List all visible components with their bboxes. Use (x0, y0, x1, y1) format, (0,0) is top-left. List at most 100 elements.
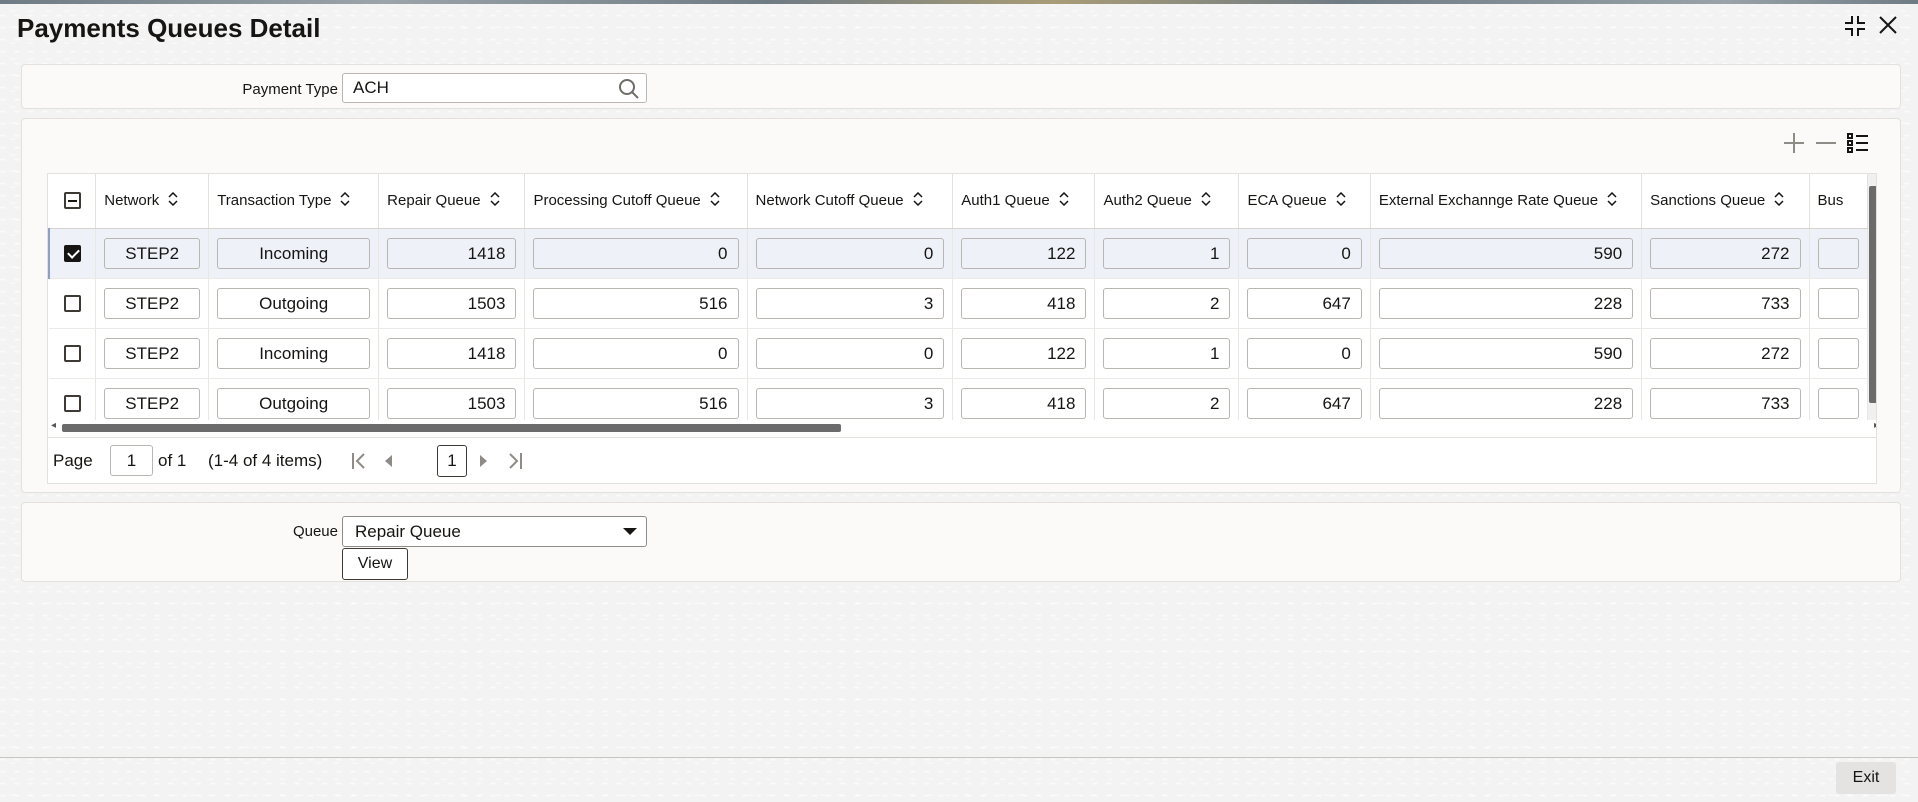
sort-icon[interactable] (490, 191, 500, 210)
previous-page-icon[interactable] (381, 452, 395, 475)
transaction-type-cell[interactable]: Outgoing (217, 287, 371, 319)
column-header-external-exchange-rate-queue[interactable]: External Exchannge Rate Queue (1370, 174, 1643, 229)
plus-icon[interactable] (1782, 131, 1806, 160)
collapse-icon[interactable] (1843, 14, 1867, 38)
bus-cell[interactable] (1817, 237, 1859, 269)
transaction-type-cell[interactable]: Outgoing (217, 387, 371, 419)
column-header-network-cutoff-queue[interactable]: Network Cutoff Queue (747, 174, 954, 229)
scroll-right-arrow-icon[interactable]: ▸ (1874, 420, 1876, 431)
sort-icon[interactable] (710, 191, 720, 210)
bus-cell[interactable] (1817, 337, 1859, 369)
next-page-icon[interactable] (477, 452, 491, 475)
eca-queue-cell[interactable]: 647 (1247, 387, 1362, 419)
view-button[interactable]: View (342, 548, 408, 580)
table-row[interactable]: STEP2 Incoming 1418 0 0 122 1 0 590 272 (48, 228, 1868, 279)
network-cell[interactable]: STEP2 (104, 287, 201, 319)
column-header-bus[interactable]: Bus (1809, 174, 1868, 229)
row-checkbox[interactable] (63, 344, 81, 362)
external-exchange-rate-queue-cell[interactable]: 590 (1378, 337, 1634, 369)
queues-grid: Network Transaction Type Repair Queue Pr… (47, 173, 1877, 438)
network-cutoff-queue-cell[interactable]: 0 (755, 237, 945, 269)
eca-queue-cell[interactable]: 0 (1247, 337, 1362, 369)
auth2-queue-cell[interactable]: 2 (1103, 287, 1231, 319)
auth1-queue-cell[interactable]: 122 (961, 237, 1087, 269)
auth1-queue-cell[interactable]: 122 (961, 337, 1087, 369)
column-header-auth1-queue[interactable]: Auth1 Queue (952, 174, 1096, 229)
chevron-down-icon[interactable] (623, 528, 637, 535)
row-checkbox[interactable] (63, 294, 81, 312)
current-page-button[interactable]: 1 (437, 445, 467, 477)
eca-queue-cell[interactable]: 0 (1247, 237, 1362, 269)
sanctions-queue-cell[interactable]: 272 (1650, 237, 1801, 269)
list-icon[interactable] (1846, 131, 1870, 160)
last-page-icon[interactable] (507, 452, 523, 475)
table-row[interactable]: STEP2 Incoming 1418 0 0 122 1 0 590 272 (49, 328, 1868, 379)
processing-cutoff-queue-cell[interactable]: 516 (533, 387, 739, 419)
sort-icon[interactable] (1607, 191, 1617, 210)
eca-queue-cell[interactable]: 647 (1247, 287, 1362, 319)
select-all-checkbox[interactable] (63, 192, 81, 210)
page-number-input[interactable]: 1 (110, 445, 153, 476)
sort-icon[interactable] (1336, 191, 1346, 210)
vertical-scroll-thumb[interactable] (1869, 186, 1876, 403)
search-icon[interactable] (618, 78, 640, 109)
sanctions-queue-cell[interactable]: 733 (1650, 287, 1801, 319)
column-header-repair-queue[interactable]: Repair Queue (378, 174, 526, 229)
sort-icon[interactable] (913, 191, 923, 210)
column-header-eca-queue[interactable]: ECA Queue (1238, 174, 1371, 229)
sanctions-queue-cell[interactable]: 733 (1650, 387, 1801, 419)
sort-icon[interactable] (1774, 191, 1784, 210)
network-cell[interactable]: STEP2 (104, 337, 201, 369)
bus-cell[interactable] (1817, 387, 1859, 419)
table-row[interactable]: STEP2 Outgoing 1503 516 3 418 2 647 228 733 (49, 278, 1868, 329)
table-row[interactable]: STEP2 Outgoing 1503 516 3 418 2 647 228 733 (49, 378, 1868, 420)
column-header-auth2-queue[interactable]: Auth2 Queue (1094, 174, 1240, 229)
row-checkbox[interactable] (64, 244, 82, 262)
column-header-sanctions-queue[interactable]: Sanctions Queue (1641, 174, 1810, 229)
sort-icon[interactable] (340, 191, 350, 210)
vertical-scrollbar[interactable] (1868, 174, 1876, 420)
horizontal-scrollbar[interactable]: ◂ ▸ (48, 420, 1876, 434)
network-cutoff-queue-cell[interactable]: 0 (755, 337, 945, 369)
network-cell[interactable]: STEP2 (104, 237, 201, 269)
processing-cutoff-queue-cell[interactable]: 0 (533, 237, 739, 269)
auth2-queue-cell[interactable]: 2 (1103, 387, 1231, 419)
external-exchange-rate-queue-cell[interactable]: 228 (1378, 387, 1634, 419)
queue-select[interactable]: Repair Queue (342, 516, 647, 547)
payment-type-input[interactable]: ACH (342, 73, 647, 103)
row-checkbox[interactable] (63, 394, 81, 412)
auth1-queue-cell[interactable]: 418 (961, 287, 1087, 319)
auth2-queue-cell[interactable]: 1 (1103, 337, 1231, 369)
payment-type-value: ACH (353, 78, 389, 97)
close-icon[interactable] (1877, 14, 1899, 36)
repair-queue-cell[interactable]: 1503 (387, 287, 517, 319)
network-cell[interactable]: STEP2 (104, 387, 201, 419)
auth2-queue-cell[interactable]: 1 (1103, 237, 1231, 269)
minus-icon[interactable] (1814, 131, 1838, 160)
auth1-queue-cell[interactable]: 418 (961, 387, 1087, 419)
sort-icon[interactable] (168, 191, 178, 210)
network-cutoff-queue-cell[interactable]: 3 (755, 387, 945, 419)
scroll-left-arrow-icon[interactable]: ◂ (51, 420, 56, 431)
bus-cell[interactable] (1817, 287, 1859, 319)
first-page-icon[interactable] (351, 452, 367, 475)
transaction-type-cell[interactable]: Incoming (217, 237, 371, 269)
exit-button[interactable]: Exit (1836, 762, 1896, 794)
external-exchange-rate-queue-cell[interactable]: 228 (1378, 287, 1634, 319)
select-all-header[interactable] (49, 174, 97, 229)
transaction-type-cell[interactable]: Incoming (217, 337, 371, 369)
repair-queue-cell[interactable]: 1418 (387, 237, 517, 269)
repair-queue-cell[interactable]: 1418 (387, 337, 517, 369)
processing-cutoff-queue-cell[interactable]: 516 (533, 287, 739, 319)
column-header-network[interactable]: Network (95, 174, 210, 229)
repair-queue-cell[interactable]: 1503 (387, 387, 517, 419)
processing-cutoff-queue-cell[interactable]: 0 (533, 337, 739, 369)
column-header-processing-cutoff-queue[interactable]: Processing Cutoff Queue (524, 174, 748, 229)
sanctions-queue-cell[interactable]: 272 (1650, 337, 1801, 369)
network-cutoff-queue-cell[interactable]: 3 (755, 287, 945, 319)
column-header-transaction-type[interactable]: Transaction Type (208, 174, 380, 229)
horizontal-scroll-thumb[interactable] (62, 424, 841, 432)
sort-icon[interactable] (1201, 191, 1211, 210)
sort-icon[interactable] (1059, 191, 1069, 210)
external-exchange-rate-queue-cell[interactable]: 590 (1378, 237, 1634, 269)
